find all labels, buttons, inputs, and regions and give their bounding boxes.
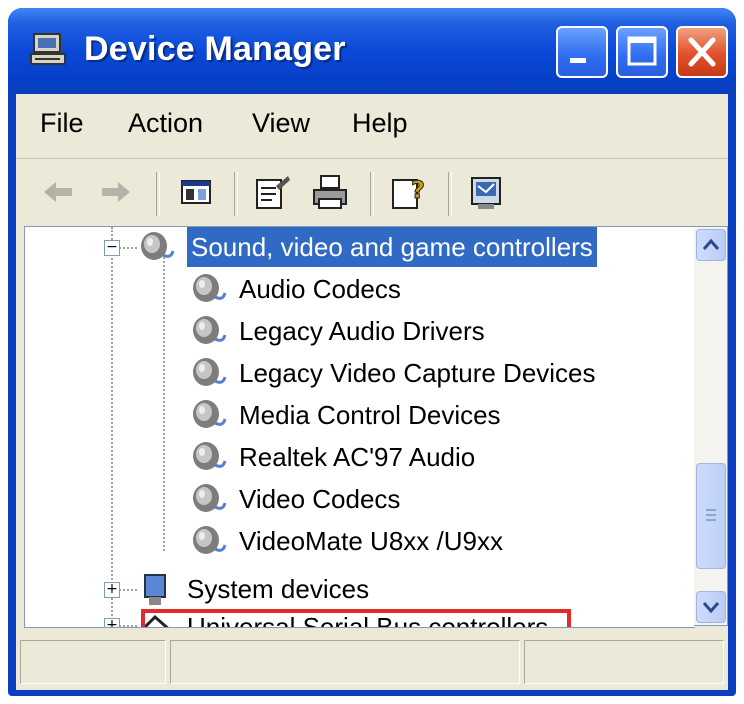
toolbar: ?	[16, 160, 728, 226]
toolbar-separator	[370, 172, 374, 216]
title-bar[interactable]: Device Manager	[8, 8, 736, 96]
print-icon[interactable]	[310, 172, 350, 212]
client-area: File Action View Help ? − + + Sound, vid…	[16, 94, 728, 690]
tree-item-label: VideoMate U8xx /U9xx	[239, 526, 503, 556]
status-panel	[20, 640, 166, 684]
scroll-down-button[interactable]	[696, 591, 726, 623]
forward-arrow-icon[interactable]	[96, 172, 136, 212]
toolbar-separator	[156, 172, 160, 216]
device-manager-window: Device Manager File Action View Help ? −…	[8, 8, 736, 696]
chevron-down-icon	[702, 602, 720, 614]
speaker-icon	[193, 484, 227, 512]
toolbar-separator	[234, 172, 238, 216]
show-hide-console-tree-icon[interactable]	[176, 172, 216, 212]
tree-item-label: Realtek AC'97 Audio	[239, 442, 476, 472]
menu-view[interactable]: View	[252, 108, 310, 139]
tree-category-label: Sound, video and game controllers	[187, 227, 597, 267]
properties-icon[interactable]	[252, 172, 292, 212]
menu-help[interactable]: Help	[352, 108, 408, 139]
speaker-icon	[193, 442, 227, 470]
speaker-icon	[193, 316, 227, 344]
expand-toggle[interactable]: +	[104, 618, 120, 627]
help-icon[interactable]: ?	[388, 172, 428, 212]
maximize-icon	[627, 36, 657, 66]
vertical-scrollbar[interactable]	[694, 226, 728, 626]
window-title: Device Manager	[84, 30, 346, 68]
status-panel	[524, 640, 724, 684]
scroll-thumb[interactable]	[696, 463, 726, 569]
status-panel	[170, 640, 520, 684]
maximize-button[interactable]	[616, 26, 668, 78]
tree-item-label: Legacy Video Capture Devices	[239, 358, 596, 388]
device-tree: − + + Sound, video and game controllers …	[24, 226, 695, 628]
close-icon	[688, 37, 716, 67]
speaker-icon	[193, 400, 227, 428]
menu-action[interactable]: Action	[128, 108, 203, 139]
menu-bar: File Action View Help	[16, 94, 728, 159]
expand-toggle[interactable]: +	[104, 582, 120, 598]
system-devices-icon	[144, 574, 166, 605]
minimize-icon	[570, 58, 586, 63]
status-bar	[16, 634, 728, 690]
scroll-up-button[interactable]	[696, 229, 726, 261]
tree-item-label: Media Control Devices	[239, 400, 501, 430]
minimize-button[interactable]	[556, 26, 608, 78]
speaker-icon	[193, 526, 227, 554]
tree-category-label: System devices	[187, 574, 370, 604]
close-button[interactable]	[676, 26, 728, 78]
tree-item-label: Audio Codecs	[239, 274, 401, 304]
computer-icon	[30, 33, 66, 65]
highlight-annotation-box	[141, 609, 571, 627]
speaker-icon	[193, 274, 227, 302]
chevron-up-icon	[702, 238, 720, 250]
svg-text:?: ?	[411, 176, 425, 204]
speaker-icon	[193, 358, 227, 386]
tree-item-label: Legacy Audio Drivers	[239, 316, 485, 346]
back-arrow-icon[interactable]	[38, 172, 78, 212]
scan-hardware-changes-icon[interactable]	[466, 172, 506, 212]
collapse-toggle[interactable]: −	[104, 240, 120, 256]
tree-item-label: Video Codecs	[239, 484, 401, 514]
menu-file[interactable]: File	[40, 108, 84, 139]
speaker-icon	[141, 232, 175, 260]
toolbar-separator	[448, 172, 452, 216]
grip-icon	[706, 509, 716, 521]
